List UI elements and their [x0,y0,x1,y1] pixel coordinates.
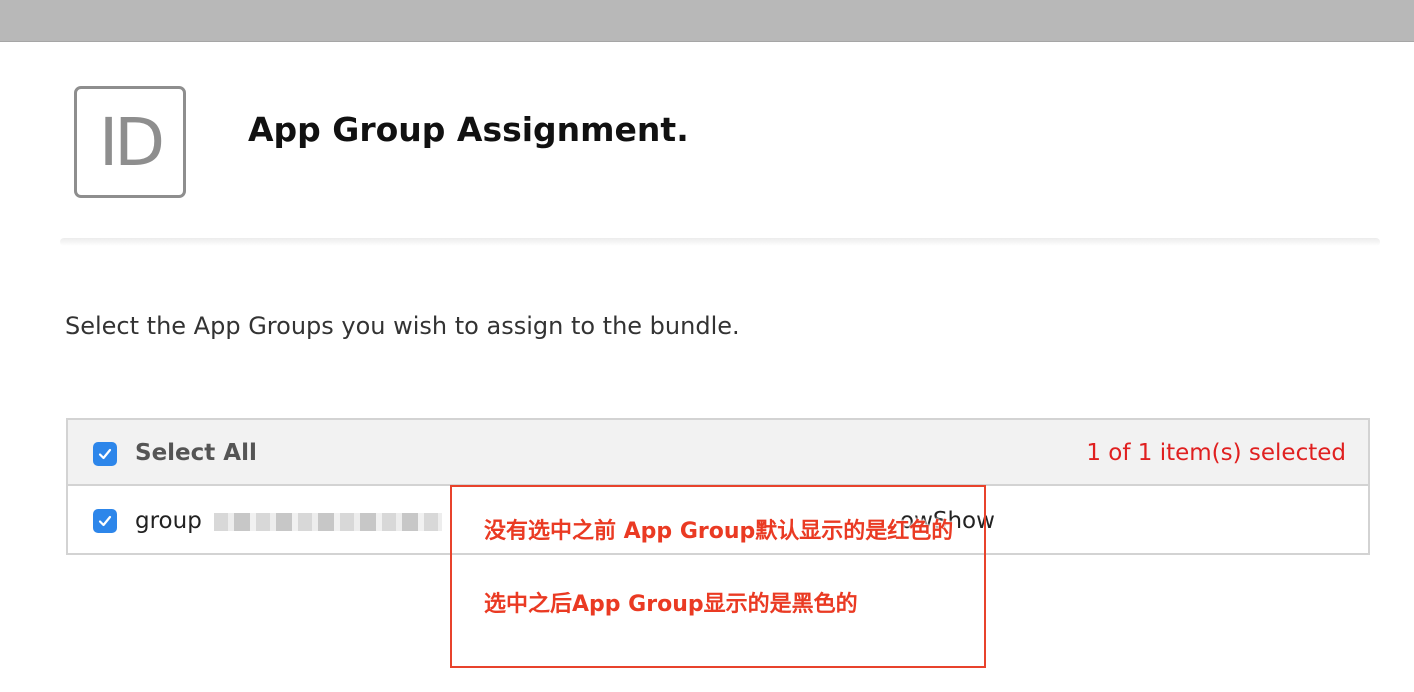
select-all-label[interactable]: Select All [135,440,257,466]
row-checkbox[interactable] [93,509,117,533]
annotation-note-2: 选中之后App Group显示的是黑色的 [484,592,858,617]
select-all-checkbox[interactable] [93,442,117,466]
group-name-prefix: group [135,508,202,534]
top-bar [0,0,1414,42]
selected-count: 1 of 1 item(s) selected [1086,440,1346,466]
page-title: App Group Assignment. [248,110,689,149]
id-icon: ID [74,86,186,198]
redacted-group-identifier [214,513,442,531]
header-divider [60,238,1380,246]
checkmark-icon [98,448,112,460]
annotation-note-1: 没有选中之前 App Group默认显示的是红色的 [484,519,954,544]
id-icon-text: ID [98,104,165,181]
table-header: Select All 1 of 1 item(s) selected [68,420,1368,486]
checkmark-icon [98,515,112,527]
instruction-text: Select the App Groups you wish to assign… [65,312,740,340]
